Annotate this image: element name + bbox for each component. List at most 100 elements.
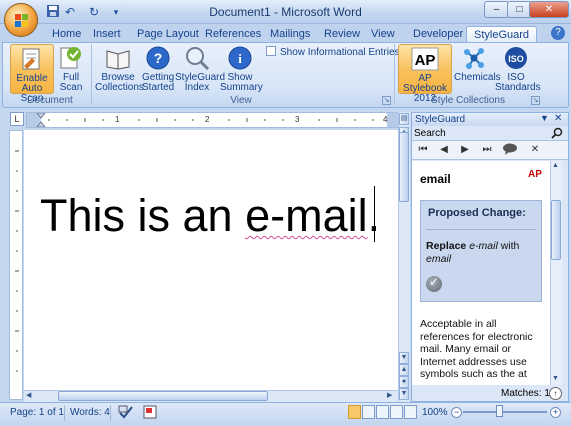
pane-close-icon[interactable]: ✕ xyxy=(554,113,562,124)
getting-started-button[interactable]: ? Getting Started xyxy=(142,44,174,94)
ap-stylebook-label-1: AP Stylebook xyxy=(403,73,447,94)
ignore-icon[interactable]: ✕ xyxy=(527,143,543,157)
tab-page-layout[interactable]: Page Layout xyxy=(130,26,206,42)
show-informational-entries-checkbox[interactable]: Show Informational Entries xyxy=(266,46,400,58)
accept-change-icon[interactable] xyxy=(426,275,442,292)
tab-references[interactable]: References xyxy=(198,26,268,42)
search-icon[interactable] xyxy=(551,127,563,139)
molecule-icon xyxy=(464,48,484,69)
zoom-out-icon[interactable]: − xyxy=(451,407,462,418)
web-layout-button[interactable] xyxy=(376,405,389,419)
tab-selector[interactable]: L xyxy=(10,112,24,126)
checkbox-box[interactable] xyxy=(266,46,276,56)
zoom-in-icon[interactable]: + xyxy=(550,407,561,418)
help-icon[interactable]: ? xyxy=(551,26,565,40)
next-page-icon[interactable]: ▼ xyxy=(399,388,409,400)
full-scan-button[interactable]: Full Scan xyxy=(57,44,85,94)
horizontal-scroll-thumb[interactable] xyxy=(58,391,268,401)
tab-mailings[interactable]: Mailings xyxy=(263,26,317,42)
ruler-number: 1 xyxy=(115,115,120,124)
tab-developer[interactable]: Developer xyxy=(406,26,470,42)
tab-view[interactable]: View xyxy=(364,26,402,42)
replace-keyword: Replace xyxy=(426,240,467,252)
tab-home[interactable]: Home xyxy=(45,26,88,42)
word-count[interactable]: Words: 4 xyxy=(70,407,110,418)
group-separator xyxy=(394,44,395,104)
scroll-down-icon[interactable]: ▼ xyxy=(399,352,409,364)
pane-scrollbar[interactable] xyxy=(550,161,562,385)
pane-scroll-thumb[interactable] xyxy=(551,200,561,260)
style-collections-group-label: Style Collections xyxy=(431,95,505,106)
svg-text:i: i xyxy=(238,51,242,66)
info-icon: i xyxy=(228,46,252,70)
auto-scan-icon xyxy=(22,48,40,70)
ruler-toggle-icon[interactable]: ▤ xyxy=(399,113,409,125)
ruler-number: 3 xyxy=(295,115,300,124)
iso-standards-label-2: Standards xyxy=(495,82,541,93)
pane-menu-icon[interactable]: ▼ xyxy=(540,113,549,123)
view-group-label: View xyxy=(230,95,252,106)
magnifier-icon xyxy=(186,47,210,71)
document-page[interactable] xyxy=(24,130,398,402)
entry-notes: Acceptable in all references for electro… xyxy=(420,318,533,380)
last-match-icon[interactable]: ⏭ xyxy=(479,143,495,157)
styleguard-index-label-2: Index xyxy=(184,82,210,93)
replace-to: email xyxy=(426,253,452,265)
getting-started-label-2: Started xyxy=(142,82,175,93)
comment-icon[interactable] xyxy=(502,143,518,157)
print-layout-view-button[interactable] xyxy=(348,405,361,419)
iso-standards-button[interactable]: ISO ISO Standards xyxy=(495,44,541,94)
previous-page-icon[interactable]: ▲ xyxy=(399,364,409,376)
pane-scroll-down-icon[interactable]: ▼ xyxy=(552,375,559,382)
proposed-change-title: Proposed Change: xyxy=(428,207,526,219)
previous-match-icon[interactable]: ◀ xyxy=(436,143,452,157)
document-text-before: This is an xyxy=(40,190,246,241)
collections-group-launcher-icon[interactable]: ↘ xyxy=(531,96,540,105)
document-group-label: Document xyxy=(27,95,73,106)
browse-collections-button[interactable]: Browse Collections xyxy=(95,44,144,94)
vertical-scroll-thumb[interactable] xyxy=(399,132,409,202)
show-summary-label-2: Summary xyxy=(220,82,263,93)
proposed-change-text: Replace e-mail with email xyxy=(426,240,538,266)
first-match-icon[interactable]: ⏮ xyxy=(415,143,431,157)
tab-styleguard[interactable]: StyleGuard xyxy=(466,26,538,43)
status-separator xyxy=(64,405,65,421)
office-button[interactable] xyxy=(4,3,38,37)
full-scan-label-2: Scan xyxy=(59,82,83,93)
tab-insert[interactable]: Insert xyxy=(86,26,128,42)
close-button[interactable]: ✕ xyxy=(529,1,569,18)
zoom-slider-thumb[interactable] xyxy=(496,405,503,417)
zoom-slider-track[interactable] xyxy=(463,411,547,413)
chemicals-label-1: Chemicals xyxy=(454,72,501,83)
select-browse-object-icon[interactable]: ● xyxy=(399,376,409,388)
svg-text:?: ? xyxy=(154,50,163,66)
next-match-icon[interactable]: ▶ xyxy=(457,143,473,157)
status-separator xyxy=(110,405,111,421)
scroll-to-top-icon[interactable]: ↑ xyxy=(549,387,562,400)
ruler-number: 4 xyxy=(383,115,388,124)
page-count[interactable]: Page: 1 of 1 xyxy=(10,407,64,418)
book-icon xyxy=(106,50,130,70)
styleguard-index-button[interactable]: StyleGuard Index xyxy=(175,44,225,94)
tab-review[interactable]: Review xyxy=(317,26,367,42)
proofing-icon[interactable] xyxy=(118,405,134,419)
ap-stylebook-button[interactable]: AP AP Stylebook 2012 xyxy=(398,44,452,104)
divider xyxy=(426,229,536,230)
document-text[interactable]: This is an e-mail. xyxy=(40,190,380,242)
scroll-left-icon[interactable]: ◀ xyxy=(26,391,36,401)
zoom-level[interactable]: 100% xyxy=(422,407,448,418)
minimize-button[interactable]: – xyxy=(484,1,509,18)
flagged-word[interactable]: e-mail xyxy=(245,190,368,241)
macro-record-icon[interactable] xyxy=(143,405,157,419)
pane-scroll-up-icon[interactable]: ▲ xyxy=(552,162,559,169)
chemicals-button[interactable]: Chemicals xyxy=(454,44,501,94)
outline-view-button[interactable] xyxy=(390,405,403,419)
horizontal-ruler[interactable]: 1 2 3 4 xyxy=(26,112,404,128)
full-screen-reading-button[interactable] xyxy=(362,405,375,419)
draft-view-button[interactable] xyxy=(404,405,417,419)
vertical-ruler[interactable] xyxy=(9,130,23,400)
enable-auto-scan-button[interactable]: Enable Auto Scan xyxy=(10,44,54,104)
view-group-launcher-icon[interactable]: ↘ xyxy=(382,96,391,105)
show-summary-button[interactable]: i Show Summary xyxy=(220,44,263,94)
scroll-right-icon[interactable]: ▶ xyxy=(387,391,397,401)
